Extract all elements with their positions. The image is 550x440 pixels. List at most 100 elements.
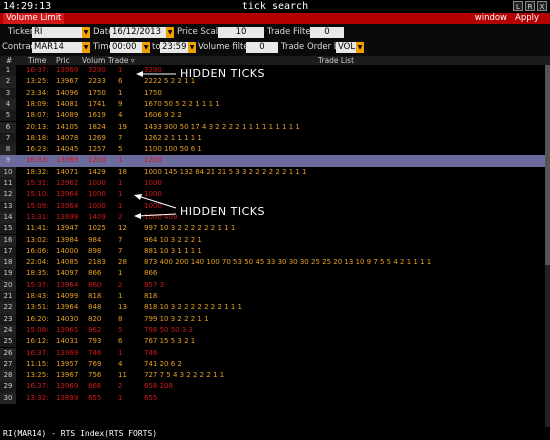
tab-volume-limit[interactable]: Volume Limit — [3, 13, 65, 24]
cell-trade-list: 1670 50 5 2 2 1 1 1 1 — [144, 99, 220, 108]
col-list-header[interactable]: Trade List — [318, 56, 354, 65]
row-number: 25 — [0, 336, 16, 348]
table-row[interactable]: 19 18:35: 14097 866 1 866 — [0, 268, 545, 280]
col-price-header[interactable]: Pric — [56, 56, 70, 65]
time-from-select[interactable]: 00:00 ▼ — [110, 42, 150, 53]
cell-trade-count: 8 — [118, 314, 123, 323]
cell-price: 14078 — [56, 133, 79, 142]
table-row[interactable]: 15 11:41: 13947 1025 12 997 10 3 2 2 2 2 2 2 … — [0, 223, 545, 235]
time-to-select[interactable]: 23:59 ▼ — [160, 42, 196, 53]
price-scale-input[interactable]: 10 — [218, 27, 264, 38]
col-time-header[interactable]: Time — [28, 56, 46, 65]
table-row[interactable]: 8 16:23: 14045 1257 5 1100 100 50 6 1 — [0, 144, 545, 156]
table-row[interactable]: 5 18:07: 14089 1619 4 1606 9 2 2 — [0, 110, 545, 122]
cell-price: 13969 — [56, 348, 79, 357]
trade-table: # Time Pric Volum Trade ▿ Trade List 1 16… — [0, 56, 550, 427]
vertical-scrollbar[interactable] — [545, 65, 550, 427]
table-row[interactable]: 26 16:37: 13969 746 1 746 — [0, 347, 545, 359]
cell-volume: 1824 — [88, 122, 106, 131]
cell-time: 15:37: — [26, 280, 49, 289]
cell-trade-count: 18 — [118, 167, 127, 176]
filter-panel: Ticker RI ▼ Date 16/12/2013 ▼ Price Scal… — [0, 24, 550, 56]
cell-trade-list: 1000 409 — [144, 212, 178, 221]
window-button[interactable]: window — [470, 13, 512, 24]
cell-volume: 866 — [88, 269, 102, 278]
col-volume-header[interactable]: Volum — [82, 56, 105, 65]
table-row[interactable]: 4 18:09: 14081 1741 9 1670 50 5 2 2 1 1 1 1 — [0, 98, 545, 111]
table-row[interactable]: 24 15:08: 13965 962 5 798 50 50 3 3 — [0, 324, 545, 337]
table-row[interactable]: 3 23:34: 14096 1750 1 1750 — [0, 87, 545, 99]
cell-price: 14097 — [56, 269, 79, 278]
cell-volume: 2233 — [88, 77, 106, 86]
table-row[interactable]: 10 18:32: 14071 1429 18 1000 145 132 84 21 21… — [0, 166, 545, 178]
row-number: 21 — [0, 291, 16, 303]
col-trade-header[interactable]: Trade ▿ — [108, 56, 135, 65]
ticker-value: RI — [34, 27, 43, 37]
table-row[interactable]: 30 13:32: 13899 655 1 655 — [0, 392, 545, 404]
table-row[interactable]: 27 11:15: 13957 769 4 741 20 6 2 — [0, 358, 545, 371]
table-row[interactable]: 17 16:06: 14000 898 7 881 10 3 1 1 1 1 — [0, 245, 545, 258]
table-row[interactable]: 25 16:12: 14031 793 6 767 15 5 3 2 1 — [0, 336, 545, 348]
contract-value: MAR14 — [34, 42, 64, 52]
table-row[interactable]: 9 16:33: 13969 1200 1 1200 — [0, 155, 545, 167]
cell-volume: 746 — [88, 348, 102, 357]
cell-trade-list: 1606 9 2 2 — [144, 111, 182, 120]
col-num-header[interactable]: # — [6, 56, 12, 65]
chevron-down-icon: ▼ — [188, 42, 196, 53]
link-icon[interactable]: L — [513, 1, 523, 11]
cell-trade-list: 1000 — [144, 190, 162, 199]
cell-price: 13984 — [56, 235, 79, 244]
row-number: 11 — [0, 178, 16, 190]
table-row[interactable]: 7 18:18: 14078 1269 7 1262 2 1 1 1 1 1 — [0, 132, 545, 145]
cell-trade-list: 1750 — [144, 88, 162, 97]
apply-button[interactable]: Apply — [510, 13, 544, 24]
scrollbar-thumb[interactable] — [545, 65, 550, 265]
trade-order-select[interactable]: VOL ▼ — [336, 42, 364, 53]
cell-time: 11:15: — [26, 359, 49, 368]
table-row[interactable]: 14 13:31: 13899 1409 2 1000 409 — [0, 211, 545, 224]
table-row[interactable]: 2 13:25: 13967 2233 6 2222 5 2 2 1 1 — [0, 76, 545, 88]
table-row[interactable]: 6 20:13: 14105 1824 19 1433 300 50 17 4 3 2 2… — [0, 121, 545, 133]
table-row[interactable]: 1 16:37: 13969 3290 1 3290 — [0, 65, 545, 77]
ticker-select[interactable]: RI ▼ — [32, 27, 90, 38]
trade-filter-input[interactable]: 0 — [310, 27, 344, 38]
chevron-down-icon: ▼ — [82, 27, 90, 38]
cell-trade-count: 7 — [118, 235, 123, 244]
table-header: # Time Pric Volum Trade ▿ Trade List — [0, 56, 550, 65]
table-row[interactable]: 20 15:37: 13964 860 2 857 3 — [0, 279, 545, 291]
cell-trade-list: 818 — [144, 292, 158, 300]
table-row[interactable]: 23 16:20: 14030 820 8 799 10 3 2 2 2 1 1 — [0, 313, 545, 325]
table-row[interactable]: 16 13:02: 13984 984 7 964 10 3 2 2 2 1 — [0, 234, 545, 246]
table-row[interactable]: 29 16:37: 13969 866 2 658 208 — [0, 381, 545, 393]
cell-trade-count: 1 — [118, 88, 123, 97]
table-row[interactable]: 21 18:43: 14099 818 1 818 — [0, 291, 545, 303]
table-row[interactable]: 22 13:51: 13964 848 13 818 10 3 2 2 2 2 2 2 2… — [0, 302, 545, 314]
restore-icon[interactable]: R — [525, 1, 535, 11]
cell-volume: 820 — [88, 314, 102, 323]
cell-volume: 898 — [88, 246, 102, 255]
row-number: 17 — [0, 245, 16, 258]
table-row[interactable]: 28 13:25: 13967 756 11 727 7 5 4 3 2 2 2 2 1 … — [0, 370, 545, 382]
window-title: tick search — [241, 1, 309, 12]
close-icon[interactable]: X — [537, 1, 547, 11]
table-row[interactable]: 11 15:31: 13962 1000 1 1000 — [0, 178, 545, 190]
cell-price: 13899 — [56, 393, 79, 402]
table-row[interactable]: 12 15:10: 13964 1000 1 1000 — [0, 189, 545, 201]
cell-trade-count: 6 — [118, 337, 123, 346]
table-row[interactable]: 13 15:09: 13964 1000 1 1000 — [0, 200, 545, 212]
row-number: 10 — [0, 166, 16, 178]
table-row[interactable]: 18 22:04: 14085 2183 28 873 400 200 140 100 7… — [0, 257, 545, 269]
cell-trade-list: 1000 145 132 84 21 21 5 3 3 2 2 2 2 2 2 … — [144, 167, 307, 176]
cell-price: 14081 — [56, 99, 79, 108]
cell-trade-count: 1 — [118, 156, 123, 165]
contract-select[interactable]: MAR14 ▼ — [32, 42, 90, 53]
cell-trade-list: 1000 — [144, 201, 162, 210]
cell-price: 13962 — [56, 179, 79, 187]
volume-filter-input[interactable]: 0 — [246, 42, 278, 53]
cell-volume: 756 — [88, 371, 102, 380]
row-number: 6 — [0, 121, 16, 133]
date-select[interactable]: 16/12/2013 ▼ — [110, 27, 174, 38]
cell-volume: 860 — [88, 280, 102, 289]
title-bar: 14:29:13 tick search L R X — [0, 0, 550, 13]
cell-volume: 1741 — [88, 99, 106, 108]
